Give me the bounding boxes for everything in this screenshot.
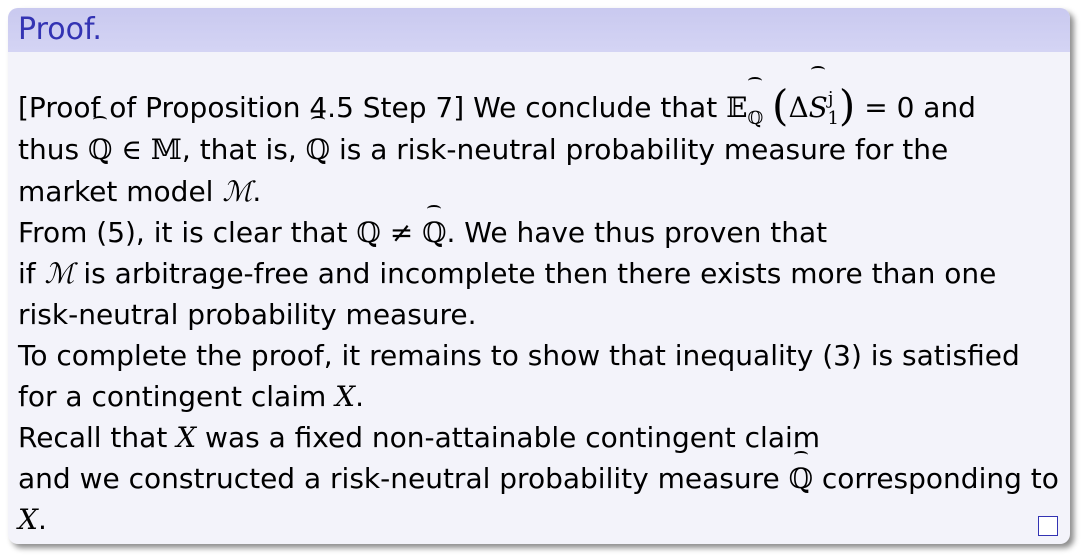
text-segment: is arbitrage-free and incomplete then th…: [83, 257, 997, 290]
text-segment: .: [37, 503, 47, 536]
qed-square-icon: [1038, 516, 1058, 536]
math-expectation: 𝔼ℚ (ΔSj1): [726, 66, 855, 130]
text-segment: Recall that: [18, 421, 168, 454]
proof-line-6: risk-neutral probability measure.: [18, 294, 1070, 335]
text-segment: [Proof of Proposition 4.5 Step 7] We con…: [18, 91, 718, 124]
s-hat: S: [809, 66, 828, 143]
x-symbol: X: [18, 503, 38, 536]
proof-line-1: [Proof of Proposition 4.5 Step 7] We con…: [18, 64, 1070, 130]
text-segment: market model: [18, 175, 214, 208]
x-symbol: X: [335, 380, 356, 413]
text-segment: = 0 and: [864, 91, 976, 124]
m-model: ℳ: [222, 175, 253, 208]
q-hat: ℚ: [747, 77, 763, 154]
text-segment: .: [355, 380, 364, 413]
text-segment: for a contingent claim: [18, 380, 327, 413]
expectation-symbol: 𝔼: [726, 91, 748, 124]
q-hat: ℚ: [789, 451, 813, 499]
text-segment: To complete the proof, it remains to sho…: [18, 339, 1020, 372]
element-of: ∈: [121, 133, 142, 166]
text-segment: thus: [18, 133, 80, 166]
m-set: 𝕄: [150, 133, 182, 166]
text-segment: is a risk-neutral probability measure fo…: [338, 133, 949, 166]
text-segment: , that is,: [181, 133, 297, 166]
proof-line-7: To complete the proof, it remains to sho…: [18, 335, 1070, 376]
proof-block: Proof. [Proof of Proposition 4.5 Step 7]…: [8, 8, 1070, 544]
delta-symbol: Δ: [788, 91, 809, 124]
text-segment: if: [18, 257, 36, 290]
superscript-j: j: [827, 88, 834, 109]
text-segment: and we constructed a risk-neutral probab…: [18, 462, 780, 495]
text-segment: was a fixed non-attainable contingent cl…: [205, 421, 821, 454]
x-symbol: X: [176, 421, 197, 454]
neq-symbol: ≠: [389, 216, 414, 249]
block-body: [Proof of Proposition 4.5 Step 7] We con…: [8, 52, 1070, 540]
block-title: Proof.: [8, 8, 1070, 52]
proof-line-9: Recall that X was a fixed non-attainable…: [18, 417, 1070, 458]
proof-line-10: and we constructed a risk-neutral probab…: [18, 451, 1070, 499]
q-hat: ℚ: [306, 116, 330, 177]
proof-line-3: market model ℳ.: [18, 171, 1070, 212]
proof-line-8: for a contingent claim X.: [18, 376, 1070, 417]
proof-line-4: From (5), it is clear that ℚ ≠ ℚ. We hav…: [18, 205, 1070, 253]
text-segment: risk-neutral probability measure.: [18, 298, 477, 331]
q-hat: ℚ: [422, 205, 446, 253]
proof-line-5: if ℳ is arbitrage-free and incomplete th…: [18, 253, 1070, 294]
text-segment: From (5), it is clear that: [18, 216, 348, 249]
q-symbol: ℚ: [356, 216, 381, 249]
text-segment: . We have thus proven that: [446, 216, 828, 249]
text-segment: .: [252, 175, 262, 208]
m-model: ℳ: [44, 257, 75, 290]
proof-line-2: thus ℚ ∈ 𝕄, that is, ℚ is a risk-neutral…: [18, 116, 1070, 171]
q-hat: ℚ: [88, 116, 112, 177]
text-segment: corresponding to: [821, 462, 1059, 495]
proof-line-11: X.: [18, 499, 1070, 540]
